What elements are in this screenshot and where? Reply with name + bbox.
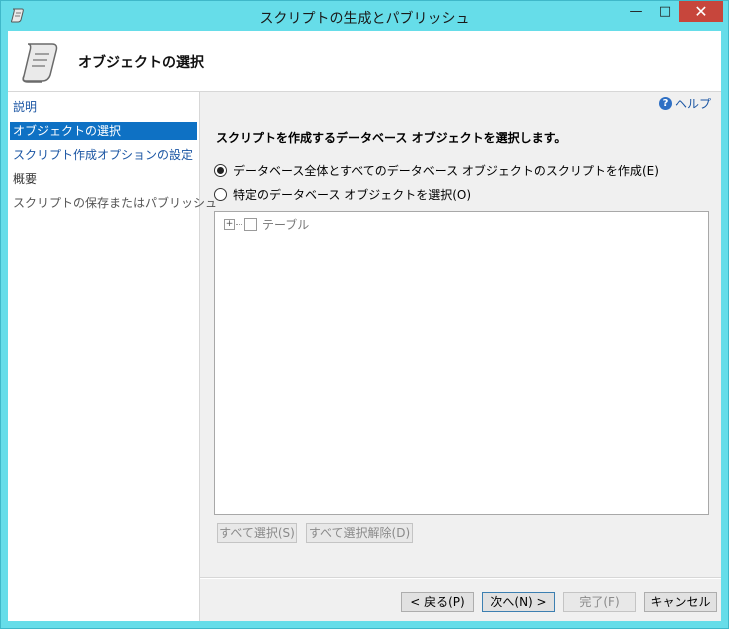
expand-icon[interactable]: + [224,219,235,230]
wizard-nav: 説明 オブジェクトの選択 スクリプト作成オプションの設定 概要 スクリプトの保存… [8,92,218,621]
finish-button[interactable]: 完了(F) [563,592,636,612]
tree-node-tables[interactable]: + テーブル [224,216,309,233]
instruction-text: スクリプトを作成するデータベース オブジェクトを選択します。 [216,131,567,145]
help-icon: ? [658,97,672,110]
radio-button[interactable] [214,188,227,201]
radio-button[interactable] [214,164,227,177]
help-link[interactable]: ? ヘルプ [658,95,711,112]
title-bar[interactable]: スクリプトの生成とパブリッシュ — □ ✕ [1,1,728,31]
tree-node-label: テーブル [262,218,310,232]
radio-entire-database[interactable]: データベース全体とすべてのデータベース オブジェクトのスクリプトを作成(E) [214,162,659,179]
select-all-button[interactable]: すべて選択(S) [217,523,297,543]
nav-item-description[interactable]: 説明 [10,98,197,116]
radio-label: 特定のデータベース オブジェクトを選択(O) [233,188,472,202]
object-tree[interactable]: + テーブル [214,211,709,515]
nav-item-choose-objects[interactable]: オブジェクトの選択 [10,122,197,140]
page-header: オブジェクトの選択 [8,31,721,92]
page-title: オブジェクトの選択 [78,55,204,71]
dialog-client: オブジェクトの選択 説明 オブジェクトの選択 スクリプト作成オプションの設定 概… [8,31,721,621]
minimize-icon[interactable]: — [622,1,650,22]
nav-item-summary: 概要 [13,172,38,186]
window-title: スクリプトの生成とパブリッシュ [259,11,470,27]
nav-item-scripting-options[interactable]: スクリプト作成オプションの設定 [10,146,197,164]
main-panel: ? ヘルプ スクリプトを作成するデータベース オブジェクトを選択します。 データ… [200,92,721,621]
maximize-icon[interactable]: □ [651,1,679,22]
app-window: スクリプトの生成とパブリッシュ — □ ✕ オブジェクトの選択 説明 オブジェク… [0,0,729,629]
radio-specific-objects[interactable]: 特定のデータベース オブジェクトを選択(O) [214,186,471,203]
tree-checkbox[interactable] [244,218,257,231]
deselect-all-button[interactable]: すべて選択解除(D) [306,523,413,543]
cancel-button[interactable]: キャンセル [644,592,717,612]
tree-connector [236,224,242,225]
radio-label: データベース全体とすべてのデータベース オブジェクトのスクリプトを作成(E) [233,164,659,178]
footer-separator [200,577,721,579]
help-label: ヘルプ [674,97,711,111]
close-icon[interactable]: ✕ [679,1,723,22]
back-button[interactable]: < 戻る(P) [401,592,474,612]
next-button[interactable]: 次へ(N) > [482,592,555,612]
scroll-icon [22,43,58,83]
nav-item-save-or-publish: スクリプトの保存またはパブリッシュ [13,196,218,210]
